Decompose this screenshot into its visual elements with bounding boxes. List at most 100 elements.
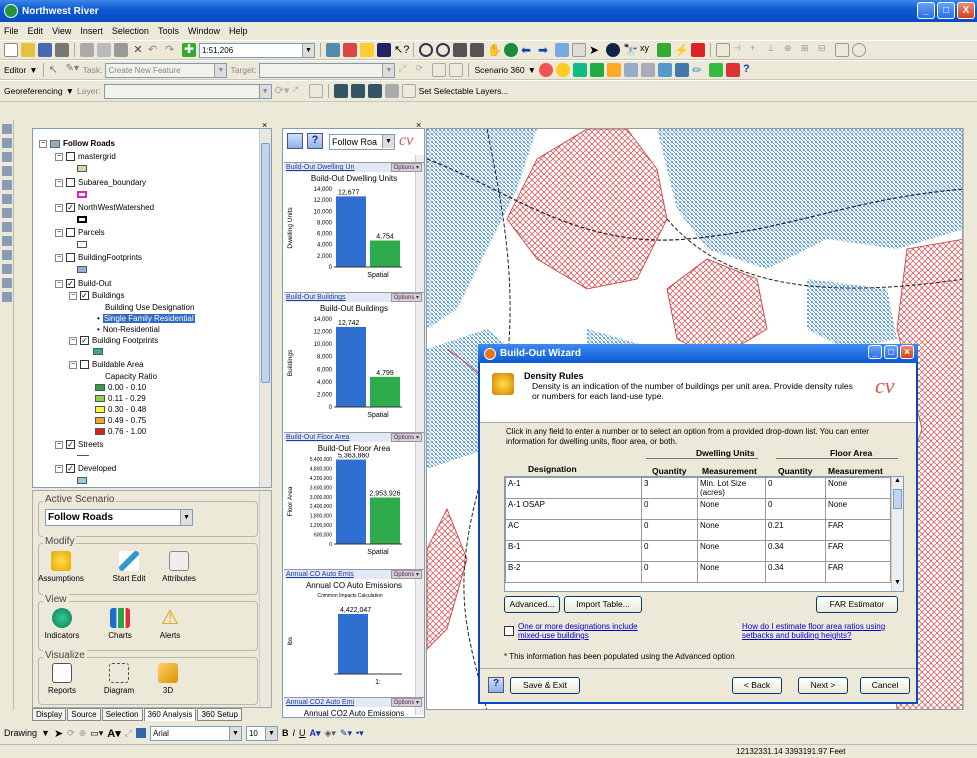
time-slider-icon[interactable] — [716, 43, 730, 57]
font-select[interactable]: Arial ▼ — [149, 725, 242, 741]
designation-cell[interactable]: B-1 — [505, 540, 642, 562]
scenario-scrollbar[interactable] — [259, 491, 271, 707]
tab-360-analysis[interactable]: 360 Analysis — [143, 708, 197, 721]
fa-measurement-cell[interactable]: FAR — [825, 540, 891, 562]
indicators-icon[interactable] — [573, 63, 587, 77]
map-scale-select[interactable]: 1:51,206 ▼ — [199, 42, 315, 58]
chart-settings-icon[interactable] — [287, 133, 303, 149]
far-estimator-button[interactable]: FAR Estimator — [816, 596, 898, 613]
georeferencing-menu[interactable]: Georeferencing — [4, 86, 63, 96]
pan-icon[interactable]: ✋ — [487, 43, 502, 57]
rotate-draw-icon[interactable]: ⟳ — [67, 728, 75, 739]
map-vertical-scrollbar[interactable] — [963, 128, 977, 710]
wizard-maximize-button[interactable]: □ — [884, 345, 898, 359]
set-selectable-layers[interactable]: Set Selectable Layers... — [419, 86, 509, 96]
sketch-properties-icon[interactable] — [449, 63, 464, 77]
copy-icon[interactable] — [97, 43, 111, 57]
split-tool-icon[interactable]: ⤢ — [398, 63, 412, 77]
undo-icon[interactable]: ↶ — [148, 43, 162, 57]
italic-button[interactable]: I — [292, 728, 295, 738]
forward-extent-icon[interactable]: ➡ — [538, 43, 552, 57]
du-quantity-cell[interactable]: 3 — [641, 477, 698, 499]
chart-bar[interactable] — [336, 196, 366, 267]
marker-color-icon[interactable]: •▾ — [356, 728, 364, 739]
toc-layer-developed[interactable]: − ✓ Developed — [55, 464, 116, 473]
menu-file[interactable]: File — [4, 26, 19, 36]
wizard-icon[interactable] — [709, 63, 723, 77]
tab-360-setup[interactable]: 360 Setup — [197, 708, 242, 721]
underline-button[interactable]: U — [299, 728, 306, 738]
select-features-icon[interactable] — [555, 43, 569, 57]
target-select[interactable]: ▼ — [259, 62, 396, 78]
reports-icon[interactable] — [624, 63, 638, 77]
layer-checkbox[interactable] — [66, 152, 75, 161]
menu-selection[interactable]: Selection — [112, 26, 149, 36]
3d-button[interactable]: 3D — [143, 663, 193, 695]
full-extent-icon[interactable] — [504, 43, 518, 57]
toc-layer-building-footprints[interactable]: − BuildingFootprints — [55, 253, 142, 262]
designation-cell[interactable]: B-2 — [505, 561, 642, 583]
toc-layer-streets[interactable]: − ✓ Streets — [55, 440, 103, 449]
wizard-close-button[interactable]: × — [900, 345, 914, 359]
fa-quantity-cell[interactable]: 0.34 — [765, 561, 826, 583]
go-to-xy-icon[interactable]: xy — [640, 43, 654, 57]
layer-checkbox[interactable]: ✓ — [80, 336, 89, 345]
designation-cell[interactable]: A-1 — [505, 477, 642, 499]
data-icon[interactable] — [675, 63, 689, 77]
layer-checkbox[interactable] — [66, 253, 75, 262]
chart-options-button[interactable]: Options ▾ — [390, 698, 422, 707]
vertex-tool-icon[interactable]: + — [750, 43, 764, 57]
toc-non-residential[interactable]: • Non-Residential — [97, 325, 160, 334]
layer-icon-2[interactable] — [350, 84, 365, 98]
clear-selection-icon[interactable] — [572, 43, 586, 57]
table-scrollbar[interactable]: ▲ ▼ — [891, 477, 903, 591]
save-exit-button[interactable]: Save & Exit — [510, 677, 580, 694]
redo-icon[interactable]: ↷ — [165, 43, 179, 57]
toc-single-family[interactable]: • Single Family Residential — [97, 314, 195, 323]
text-color-icon[interactable]: A▾ — [309, 728, 320, 739]
rotate-tool-icon[interactable]: ⟳ — [415, 63, 429, 77]
toc-layer-buildout[interactable]: − ✓ Build-Out — [55, 279, 111, 288]
view-link-table-icon[interactable] — [308, 84, 323, 98]
chart-bar[interactable] — [336, 326, 366, 407]
select-elements-icon[interactable]: ➤ — [589, 43, 603, 57]
hyperlink-icon[interactable]: ⚡ — [674, 43, 689, 57]
du-measurement-cell[interactable]: None — [697, 561, 766, 583]
chart-help-icon[interactable]: ? — [307, 133, 323, 149]
wizard-help-icon[interactable]: ? — [488, 677, 504, 693]
open-icon[interactable] — [21, 43, 35, 57]
mixed-use-link[interactable]: One or more designations include mixed-u… — [518, 622, 638, 640]
attributes-button[interactable]: Attributes — [154, 551, 204, 583]
chart-scenario-select[interactable]: Follow Roa ▼ — [329, 134, 395, 150]
zoom-out-icon[interactable] — [436, 43, 450, 57]
attributes-icon[interactable] — [432, 63, 447, 77]
advanced-button[interactable]: Advanced... — [504, 596, 560, 613]
map-horizontal-scrollbar[interactable] — [426, 710, 963, 722]
du-measurement-cell[interactable]: None — [697, 498, 766, 520]
editor-toolbar-icon[interactable] — [326, 43, 340, 57]
fa-measurement-cell[interactable]: None — [825, 477, 891, 499]
reshape-icon[interactable]: ⊟ — [818, 43, 832, 57]
command-line-icon[interactable] — [377, 43, 391, 57]
cut-icon[interactable] — [80, 43, 94, 57]
fill-color-icon[interactable]: ◈▾ — [325, 728, 336, 739]
toc-scrollbar[interactable] — [259, 129, 271, 487]
edge-tool-icon[interactable]: ⊣ — [733, 43, 747, 57]
charts-button[interactable]: Charts — [95, 608, 145, 640]
font-size-select[interactable]: 10 ▼ — [245, 725, 278, 741]
text-icon[interactable]: A▾ — [107, 727, 120, 740]
add-data-icon[interactable]: ✚ — [182, 43, 196, 57]
du-quantity-cell[interactable]: 0 — [641, 498, 698, 520]
arctoolbox-icon[interactable] — [343, 43, 357, 57]
scenario-360-menu[interactable]: Scenario 360 — [474, 65, 524, 75]
layer-checkbox[interactable]: ✓ — [66, 279, 75, 288]
toc-root[interactable]: − Follow Roads — [39, 139, 115, 148]
delete-icon[interactable]: ✕ — [131, 43, 145, 57]
layer-checkbox[interactable]: ✓ — [66, 203, 75, 212]
layer-checkbox[interactable]: ✓ — [66, 464, 75, 473]
chart-bar[interactable] — [370, 240, 400, 267]
menu-edit[interactable]: Edit — [28, 26, 44, 36]
assumptions-icon[interactable] — [556, 63, 570, 77]
chart-options-button[interactable]: Options ▾ — [390, 293, 422, 302]
html-popup-icon[interactable] — [691, 43, 705, 57]
